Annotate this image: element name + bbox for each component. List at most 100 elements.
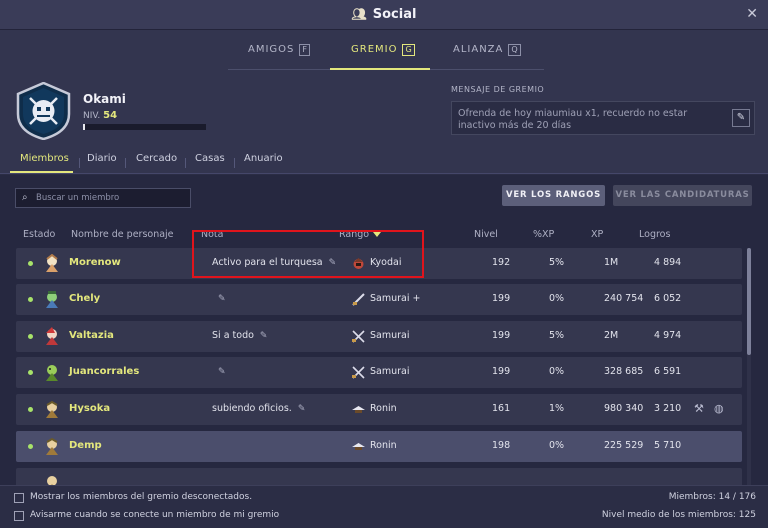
crossed-tools-icon[interactable]: ⚒ <box>694 402 704 415</box>
tab-cercado[interactable]: Cercado <box>136 153 177 164</box>
member-name: Hysoka <box>69 403 111 414</box>
member-row[interactable]: Hysoka subiendo oficios. ✎ Ronin 161 1% 9… <box>16 394 742 425</box>
member-row[interactable]: Chely ✎ Samurai + 199 0% 240 754 6 052 <box>16 284 742 315</box>
member-achievements: 4 894 <box>654 257 682 268</box>
member-xp-percent: 5% <box>549 257 565 268</box>
rank-ronin-icon <box>352 443 365 450</box>
guild-header: Okami NIV. 54 MENSAJE DE GREMIO Ofrenda … <box>0 70 768 150</box>
online-status-dot <box>28 407 33 412</box>
guild-level: NIV. 54 <box>83 110 118 121</box>
members-count: Miembros: 14 / 176 <box>668 492 756 502</box>
col-nivel[interactable]: Nivel <box>474 229 498 240</box>
member-achievements: 6 052 <box>654 293 682 304</box>
people-icon: 👥︎ <box>351 7 367 21</box>
close-icon[interactable]: ✕ <box>746 6 758 22</box>
edit-note-icon[interactable]: ✎ <box>218 367 226 377</box>
notify-connect-label: Avisarme cuando se conecte un miembro de… <box>30 510 280 520</box>
member-name: Demp <box>69 440 102 451</box>
member-note: ✎ <box>212 293 226 304</box>
character-avatar <box>46 400 58 418</box>
character-avatar <box>46 291 58 308</box>
tab-amigos-hotkey: F <box>299 44 310 56</box>
edit-message-button[interactable]: ✎ <box>732 109 750 127</box>
col-logros[interactable]: Logros <box>639 229 670 240</box>
footer: Mostrar los miembros del gremio desconec… <box>0 485 768 528</box>
search-input[interactable] <box>36 191 186 205</box>
member-note: subiendo oficios. ✎ <box>212 403 306 414</box>
tab-miembros[interactable]: Miembros <box>20 153 69 164</box>
member-level: 161 <box>492 403 511 414</box>
show-offline-label: Mostrar los miembros del gremio desconec… <box>30 492 253 502</box>
show-offline-checkbox[interactable] <box>14 493 24 503</box>
member-row[interactable]: Valtazia Si a todo ✎ Samurai 199 5% 2M 4 … <box>16 321 742 352</box>
member-rank: Samurai + <box>370 293 421 304</box>
member-name: Morenow <box>69 257 121 268</box>
member-row[interactable]: Demp Ronin 198 0% 225 529 5 710 <box>16 431 742 462</box>
tab-diario[interactable]: Diario <box>87 153 117 164</box>
character-avatar <box>46 327 58 345</box>
member-name: Juancorrales <box>69 366 140 377</box>
member-level: 192 <box>492 257 511 268</box>
online-status-dot <box>28 334 33 339</box>
money-bag-icon[interactable]: ◍ <box>714 402 724 415</box>
member-name: Chely <box>69 293 101 304</box>
member-xp: 1M <box>604 257 619 268</box>
tab-anuario[interactable]: Anuario <box>244 153 283 164</box>
character-avatar <box>47 476 57 485</box>
character-avatar <box>46 254 58 272</box>
online-status-dot <box>28 370 33 375</box>
guild-message-box: Ofrenda de hoy miaumiau x1, recuerdo no … <box>451 101 755 135</box>
col-nombre[interactable]: Nombre de personaje <box>71 229 174 240</box>
rank-samurai-plus-icon <box>352 293 365 306</box>
member-achievements: 4 974 <box>654 330 682 341</box>
window-title: 👥︎ Social <box>351 7 417 22</box>
tab-casas[interactable]: Casas <box>195 153 225 164</box>
edit-note-icon[interactable]: ✎ <box>260 331 268 341</box>
member-level: 199 <box>492 330 511 341</box>
tab-gremio[interactable]: GREMIO G <box>351 44 415 56</box>
tab-separator <box>79 158 80 168</box>
guild-emblem-icon <box>16 82 71 140</box>
member-xp: 240 754 <box>604 293 644 304</box>
member-name: Valtazia <box>69 330 114 341</box>
average-level: Nivel medio de los miembros: 125 <box>601 510 756 520</box>
top-tabs: AMIGOS F GREMIO G ALIANZA Q <box>0 30 768 70</box>
guild-message-label: MENSAJE DE GREMIO <box>451 85 545 94</box>
scrollbar-thumb[interactable] <box>747 248 751 355</box>
member-achievements: 5 710 <box>654 440 682 451</box>
member-search[interactable]: ⌕ <box>15 188 191 208</box>
view-applications-button[interactable]: VER LAS CANDIDATURAS <box>613 185 752 206</box>
member-note: ✎ <box>212 366 226 377</box>
member-xp: 980 340 <box>604 403 644 414</box>
character-avatar <box>46 437 58 455</box>
member-row-partial[interactable] <box>16 468 742 485</box>
notify-connect-checkbox[interactable] <box>14 511 24 521</box>
member-note: Si a todo ✎ <box>212 330 268 341</box>
search-icon: ⌕ <box>22 192 28 203</box>
member-xp-percent: 0% <box>549 440 565 451</box>
guild-message-text: Ofrenda de hoy miaumiau x1, recuerdo no … <box>458 108 688 131</box>
edit-note-icon[interactable]: ✎ <box>218 294 226 304</box>
member-achievements: 6 591 <box>654 366 682 377</box>
guild-sub-tabs: Miembros Diario Cercado Casas Anuario <box>0 150 768 174</box>
member-xp-percent: 0% <box>549 293 565 304</box>
member-rank: Samurai <box>370 366 410 377</box>
tab-amigos[interactable]: AMIGOS F <box>248 44 310 56</box>
rank-samurai-icon <box>352 366 365 379</box>
member-rank: Ronin <box>370 403 397 414</box>
member-level: 198 <box>492 440 511 451</box>
col-estado[interactable]: Estado <box>23 229 55 240</box>
col-xp[interactable]: XP <box>591 229 603 240</box>
active-subtab-underline <box>10 171 73 173</box>
view-ranks-button[interactable]: VER LOS RANGOS <box>502 185 605 206</box>
col-pxp[interactable]: %XP <box>533 229 554 240</box>
rank-samurai-icon <box>352 330 365 343</box>
online-status-dot <box>28 261 33 266</box>
member-row[interactable]: Juancorrales ✎ Samurai 199 0% 328 685 6 … <box>16 357 742 388</box>
member-xp: 225 529 <box>604 440 644 451</box>
members-panel: ⌕ VER LOS RANGOS VER LAS CANDIDATURAS Es… <box>0 175 768 485</box>
tab-alianza[interactable]: ALIANZA Q <box>453 44 521 56</box>
edit-note-icon[interactable]: ✎ <box>298 404 306 414</box>
guild-xp-bar <box>83 124 206 130</box>
online-status-dot <box>28 444 33 449</box>
